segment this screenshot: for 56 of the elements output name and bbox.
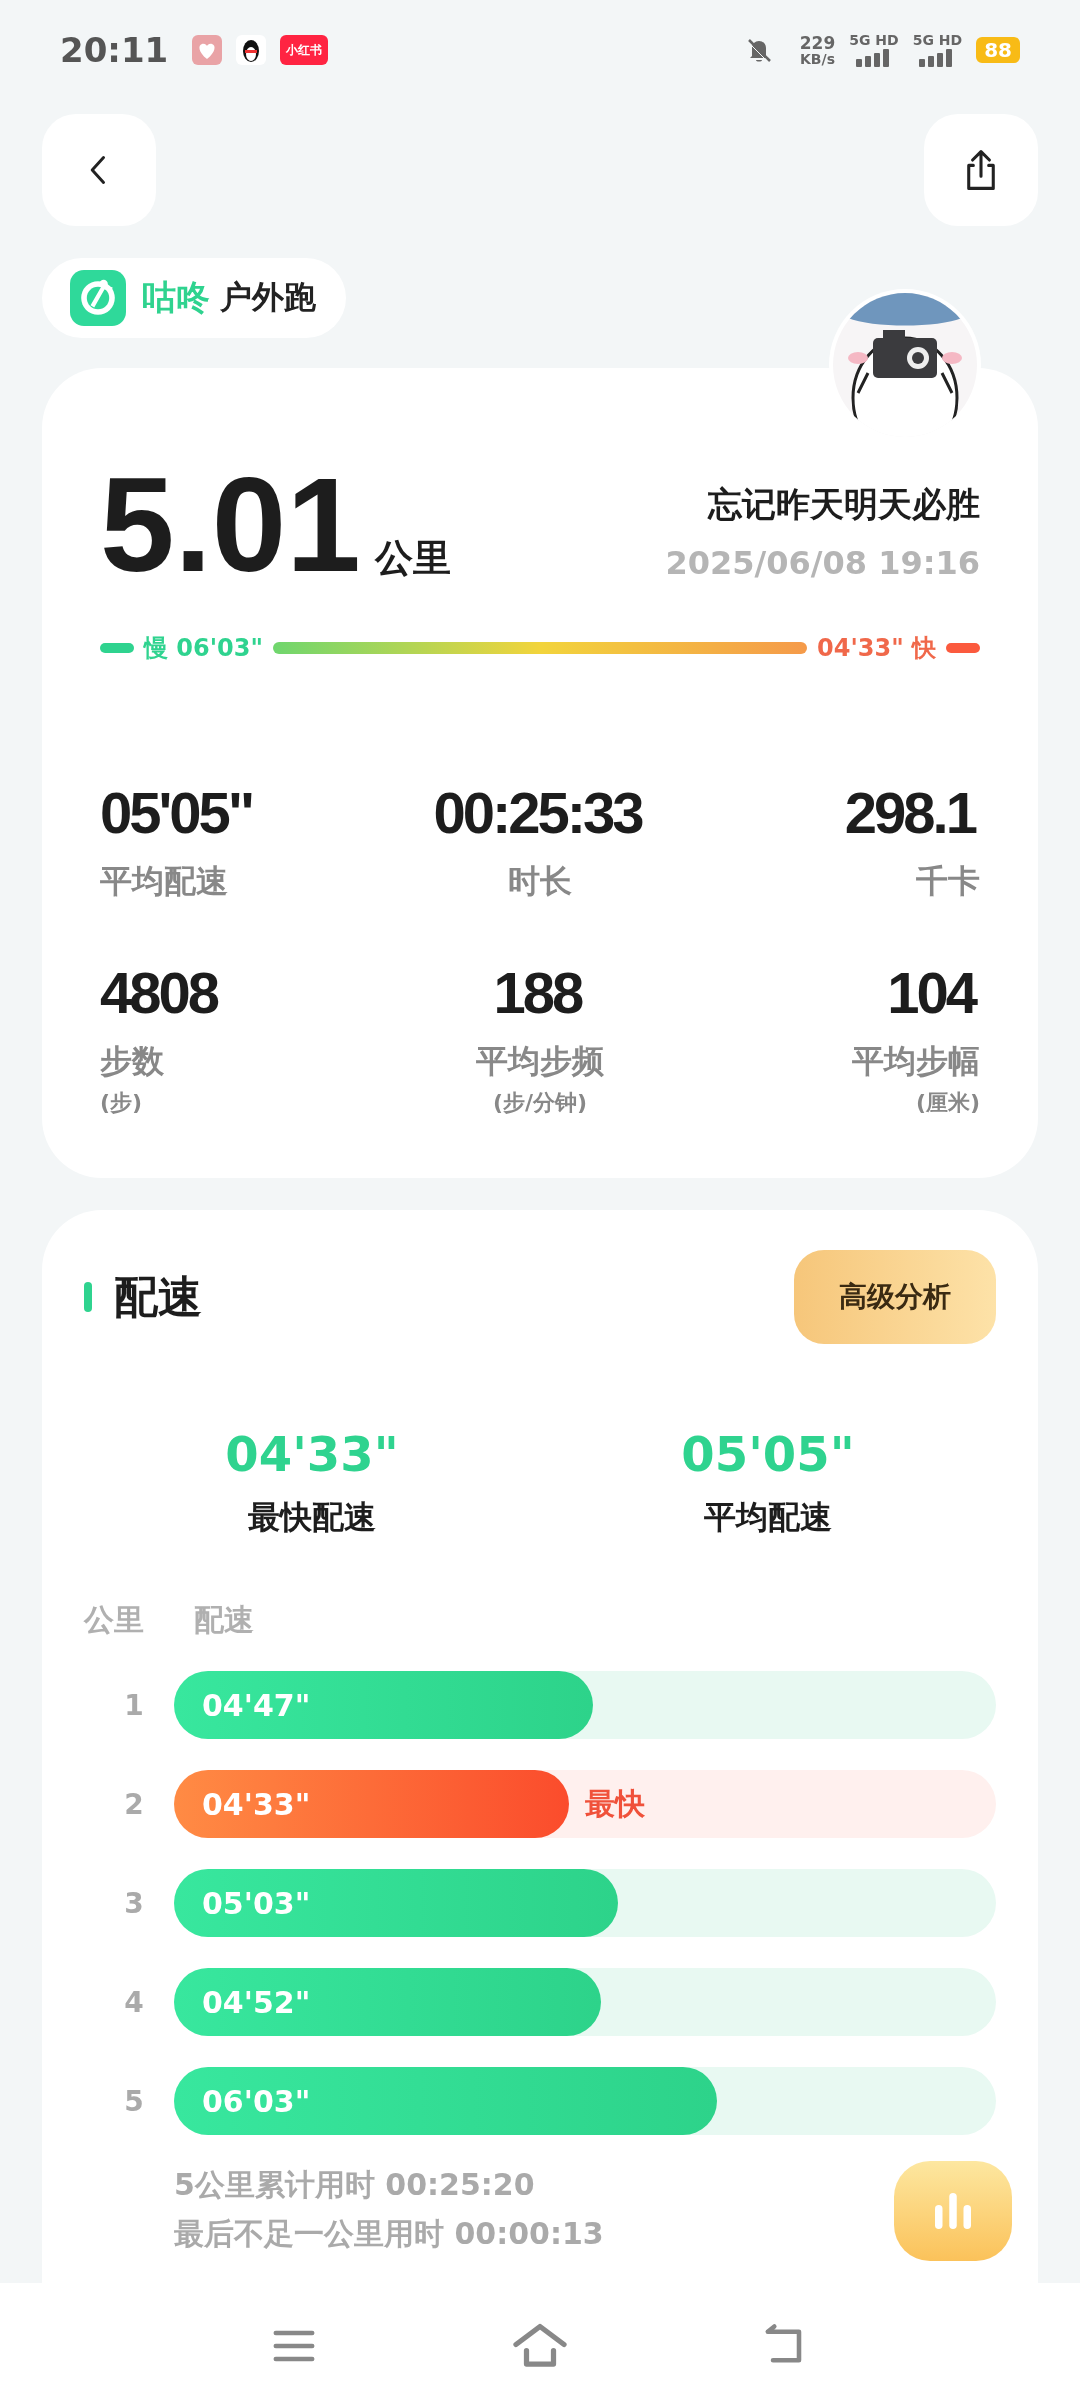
section-title: 配速 xyxy=(114,1269,202,1324)
slow-pace-label: 慢 06'03" xyxy=(144,633,263,664)
run-datetime: 2025/06/08 19:16 xyxy=(665,544,980,582)
column-header: 配速 xyxy=(194,1601,254,1639)
fastest-tag: 最快 xyxy=(584,1783,645,1825)
column-header: 公里 xyxy=(84,1601,144,1639)
split-pace: 04'52" xyxy=(202,1984,311,2020)
activity-type: 户外跑 xyxy=(220,277,316,318)
stat-value: 4808 xyxy=(100,964,219,1022)
stat-value: 00:25:33 xyxy=(433,784,644,842)
stat-unit: (步) xyxy=(100,1089,143,1117)
stat-label: 步数 xyxy=(100,1041,164,1082)
distance-unit: 公里 xyxy=(374,535,451,582)
km-number: 1 xyxy=(123,1688,145,1722)
split-note: 最后不足一公里用时 00:00:13 xyxy=(174,2215,605,2253)
km-number: 4 xyxy=(123,1985,145,2019)
heart-app-icon xyxy=(192,35,223,65)
share-button[interactable] xyxy=(924,114,1038,226)
km-number: 2 xyxy=(123,1787,145,1821)
split-note: 5公里累计用时 00:25:20 xyxy=(174,2166,536,2204)
speed-unit: KB/s xyxy=(800,51,835,66)
split-pace: 06'03" xyxy=(202,2083,311,2119)
pace-highlight-label: 平均配速 xyxy=(704,1497,832,1538)
split-pace: 04'33" xyxy=(202,1786,311,1822)
fast-pace-label: 04'33" 快 xyxy=(817,633,936,664)
section-marker-icon xyxy=(84,1282,92,1312)
stat-label: 平均步幅 xyxy=(852,1041,980,1082)
stat-value: 104 xyxy=(887,964,977,1022)
stat-label: 千卡 xyxy=(916,861,980,902)
stat-value: 05'05" xyxy=(100,784,254,842)
stat-label: 时长 xyxy=(508,861,572,902)
stat-label: 平均步频 xyxy=(476,1041,604,1082)
distance-value: 5.01 xyxy=(100,458,361,592)
stat-value: 188 xyxy=(493,964,583,1022)
pace-highlight-label: 最快配速 xyxy=(248,1497,376,1538)
slow-marker-icon xyxy=(100,643,134,653)
stat-unit: (厘米) xyxy=(915,1089,980,1117)
clock-time: 20:11 xyxy=(60,30,169,70)
km-number: 5 xyxy=(123,2084,145,2118)
battery-icon: 88 xyxy=(976,37,1020,63)
advanced-analysis-button[interactable]: 高级分析 xyxy=(794,1250,996,1344)
km-number: 3 xyxy=(123,1886,145,1920)
network-label: 5G HD xyxy=(912,33,963,49)
brand-name: 咕咚 xyxy=(142,276,210,319)
speed-value: 229 xyxy=(799,34,836,52)
split-pace: 04'47" xyxy=(202,1687,311,1723)
user-name: 忘记昨天明天必胜 xyxy=(708,483,980,526)
split-pace: 05'03" xyxy=(202,1885,311,1921)
pace-highlight-value: 04'33" xyxy=(225,1426,399,1482)
stat-label: 平均配速 xyxy=(100,861,228,902)
pace-highlight-value: 05'05" xyxy=(681,1426,855,1482)
stat-unit: (步/分钟) xyxy=(492,1089,588,1117)
network-label: 5G HD xyxy=(849,33,899,49)
fast-marker-icon xyxy=(946,643,980,653)
app-badge-icon: 小红书 xyxy=(280,35,329,65)
stat-value: 298.1 xyxy=(844,784,977,842)
